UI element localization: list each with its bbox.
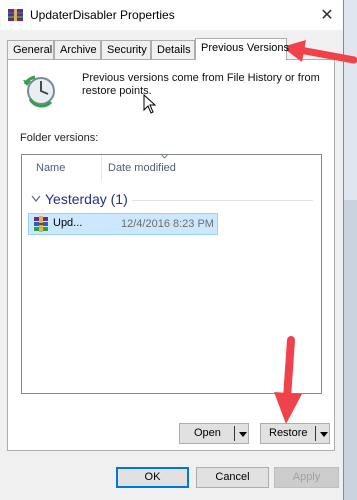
- clock-history-icon: [23, 75, 55, 108]
- versions-list[interactable]: Name Date modified Yesterday (1) Upd... …: [21, 154, 322, 394]
- rar-archive-icon: [34, 216, 48, 232]
- tab-label: General: [13, 44, 53, 56]
- tab-label: Previous Versions: [201, 42, 290, 54]
- group-label: Yesterday (1): [45, 191, 128, 207]
- chevron-down-icon: [31, 195, 41, 202]
- folder-versions-label: Folder versions:: [20, 132, 99, 144]
- split-divider: [234, 426, 235, 441]
- winrar-app-icon: [8, 9, 23, 21]
- close-icon: ✕: [320, 7, 334, 24]
- tab-label: Security: [107, 44, 147, 56]
- tab-label: Archive: [60, 44, 97, 56]
- file-date: 12/4/2016 8:23 PM: [121, 218, 214, 230]
- restore-button-label: Restore: [269, 427, 308, 439]
- column-date-modified[interactable]: Date modified: [108, 162, 176, 174]
- properties-dialog: UpdaterDisabler Properties ✕ General Arc…: [0, 0, 344, 500]
- tab-general[interactable]: General: [7, 40, 54, 59]
- mouse-cursor-icon: [143, 94, 157, 114]
- group-divider: [132, 200, 313, 201]
- ok-button[interactable]: OK: [116, 467, 189, 488]
- window-title: UpdaterDisabler Properties: [30, 8, 175, 22]
- file-name: Upd...: [53, 217, 83, 229]
- restore-split-button[interactable]: Restore: [260, 423, 330, 444]
- tab-security[interactable]: Security: [101, 40, 151, 59]
- open-button-label: Open: [194, 427, 221, 439]
- split-divider: [315, 426, 316, 441]
- column-name[interactable]: Name: [36, 162, 65, 174]
- tab-details[interactable]: Details: [151, 40, 195, 59]
- cancel-button[interactable]: Cancel: [196, 467, 269, 488]
- info-text: Previous versions come from File History…: [82, 72, 320, 97]
- column-header: Name Date modified: [22, 154, 321, 181]
- sort-indicator-icon: [161, 154, 168, 159]
- column-divider[interactable]: [101, 155, 102, 181]
- tab-label: Details: [157, 44, 191, 56]
- title-bar: UpdaterDisabler Properties ✕: [0, 0, 343, 30]
- group-header-yesterday[interactable]: Yesterday (1): [22, 189, 321, 211]
- open-split-button[interactable]: Open: [179, 423, 249, 444]
- close-button[interactable]: ✕: [311, 0, 343, 30]
- apply-button[interactable]: Apply: [274, 467, 339, 488]
- previous-versions-panel: Previous versions come from File History…: [7, 59, 335, 451]
- chevron-down-icon[interactable]: [239, 432, 247, 437]
- tab-archive[interactable]: Archive: [54, 40, 101, 59]
- tab-previous-versions[interactable]: Previous Versions: [195, 38, 290, 60]
- list-item[interactable]: Upd... 12/4/2016 8:23 PM: [28, 213, 218, 235]
- desktop-background: [342, 0, 357, 500]
- chevron-down-icon[interactable]: [320, 432, 328, 437]
